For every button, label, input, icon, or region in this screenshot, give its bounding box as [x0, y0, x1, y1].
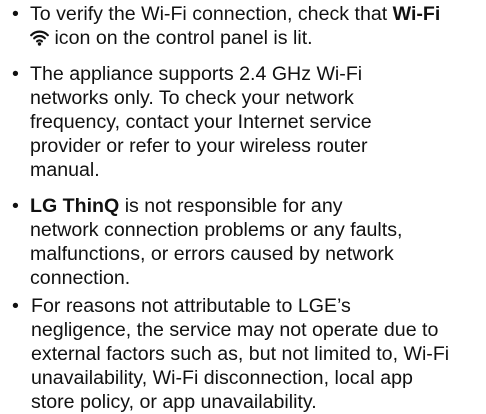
text-line: store policy, or app unavailability. [31, 391, 317, 413]
text-line: connection. [30, 267, 131, 289]
bullet-item-liability: • LG ThinQ is not responsible for any ne… [12, 194, 402, 290]
bullet-text: For reasons not attributable to LGE’s ne… [31, 294, 449, 414]
text-line: networks only. To check your network [30, 87, 354, 109]
text-line: To verify the Wi-Fi connection, check th… [30, 2, 440, 26]
bullet-item-external-factors: • For reasons not attributable to LGE’s … [12, 294, 449, 414]
text-line: LG ThinQ is not responsible for any [30, 194, 402, 218]
bullet-marker: • [12, 195, 19, 217]
text-segment: To verify the Wi-Fi connection, check th… [30, 3, 393, 25]
text-line: malfunctions, or errors caused by networ… [30, 243, 394, 265]
bullet-text: LG ThinQ is not responsible for any netw… [30, 194, 402, 290]
bullet-text: To verify the Wi-Fi connection, check th… [30, 2, 440, 50]
bullet-marker: • [12, 63, 19, 85]
bullet-text: The appliance supports 2.4 GHz Wi-Fi net… [30, 62, 372, 182]
text-line: frequency, contact your Internet service [30, 111, 372, 133]
text-line: network connection problems or any fault… [30, 219, 403, 241]
text-line: provider or refer to your wireless route… [30, 135, 368, 157]
bullet-item-verify-wifi: • To verify the Wi-Fi connection, check … [12, 2, 440, 50]
bullet-item-frequency: • The appliance supports 2.4 GHz Wi-Fi n… [12, 62, 372, 182]
text-segment: icon on the control panel is lit. [49, 27, 313, 49]
wifi-icon [30, 29, 49, 46]
text-line: For reasons not attributable to LGE’s [31, 295, 351, 317]
wifi-label-bold: Wi-Fi [392, 3, 441, 25]
bullet-marker: • [12, 3, 19, 25]
bullet-marker: • [12, 295, 19, 317]
text-line: negligence, the service may not operate … [31, 319, 439, 341]
wifi-notes-document: • To verify the Wi-Fi connection, check … [0, 0, 486, 413]
text-line: icon on the control panel is lit. [30, 26, 440, 50]
text-line: external factors such as, but not limite… [31, 343, 450, 365]
text-segment: is not responsible for any [119, 195, 343, 217]
text-line: unavailability, Wi-Fi disconnection, loc… [31, 367, 413, 389]
text-line: The appliance supports 2.4 GHz Wi-Fi [30, 63, 363, 85]
brand-name-bold: LG ThinQ [30, 195, 120, 217]
text-line: manual. [30, 159, 100, 181]
